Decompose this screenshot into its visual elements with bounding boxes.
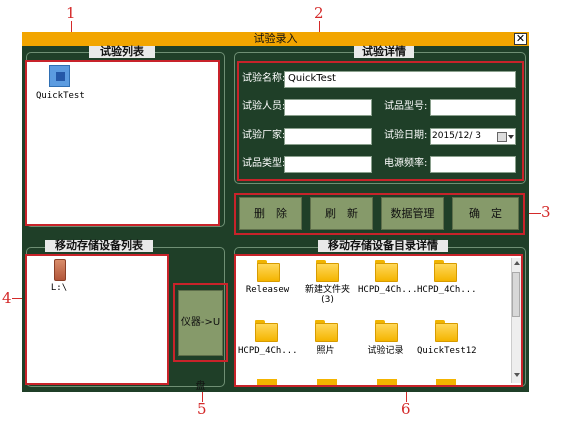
dir-item-label: Releasew: [245, 285, 290, 295]
confirm-button-label: 确 定: [469, 207, 502, 220]
blue-file-icon: [48, 64, 70, 87]
dir-item-test-records[interactable]: 试验记录: [358, 320, 413, 360]
callout-6: 6: [401, 400, 411, 418]
sample-type-input[interactable]: [284, 156, 372, 173]
test-name-input[interactable]: QuickTest: [284, 71, 516, 88]
power-freq-label: 电源频率:: [384, 158, 428, 169]
date-label: 试验日期:: [384, 130, 428, 141]
dir-item-releasew[interactable]: Releasew: [240, 260, 295, 304]
sample-type-label: 试品类型:: [242, 158, 286, 169]
callout-2: 2: [314, 4, 324, 22]
dir-item-quicktest12[interactable]: QuickTest12: [417, 320, 477, 360]
scroll-thumb[interactable]: [512, 272, 520, 317]
dir-scrollbar[interactable]: [511, 258, 521, 383]
callout-4: 4: [2, 289, 12, 307]
refresh-button-label: 刷 新: [325, 207, 358, 220]
manufacturer-input[interactable]: [284, 128, 372, 145]
device-list-title: 移动存储设备列表: [45, 240, 153, 252]
confirm-button[interactable]: 确 定: [452, 197, 519, 230]
dir-item-hcpd-2[interactable]: HCPD_4Ch...: [417, 260, 477, 304]
dir-item-label: HCPD_4Ch...: [358, 285, 418, 295]
transfer-to-usb-button[interactable]: 仪器->U盘: [178, 290, 223, 392]
usb-drive-icon: [54, 259, 66, 281]
dir-item-label: HCPD_4Ch...: [238, 346, 298, 356]
dir-item-label: 试验记录: [367, 346, 404, 356]
data-manage-button[interactable]: 数据管理: [381, 197, 444, 230]
sample-model-input[interactable]: [430, 99, 516, 116]
close-icon: ✕: [515, 32, 526, 45]
test-name-label: 试验名称:: [242, 73, 286, 84]
power-freq-input[interactable]: [430, 156, 516, 173]
callout-1: 1: [66, 4, 76, 22]
dir-item-hcpd-3[interactable]: HCPD_4Ch...: [238, 320, 298, 360]
test-list-item[interactable]: QuickTest: [36, 64, 85, 104]
dir-item-label: HCPD_4Ch...: [417, 285, 477, 295]
window-title: 试验录入: [253, 32, 298, 45]
date-value: 2015/12/ 3: [432, 131, 482, 141]
dir-item-label: 照片: [316, 346, 335, 356]
test-details-title: 试验详情: [354, 46, 414, 58]
delete-button[interactable]: 删 除: [239, 197, 302, 230]
device-item-label: L:\: [50, 283, 68, 293]
dir-row-partial: [236, 377, 506, 385]
callout-3: 3: [541, 203, 551, 221]
dir-item-label: QuickTest12: [417, 346, 477, 356]
manufacturer-label: 试验厂家:: [242, 130, 286, 141]
dir-item-hcpd-1[interactable]: HCPD_4Ch...: [358, 260, 418, 304]
device-dir-title: 移动存储设备目录详情: [318, 240, 448, 252]
delete-button-label: 删 除: [254, 207, 287, 220]
data-manage-button-label: 数据管理: [390, 207, 435, 220]
dir-item-label: 新建文件夹 (3): [304, 285, 350, 305]
tester-input[interactable]: [284, 99, 372, 116]
tester-label: 试验人员:: [242, 101, 286, 112]
calendar-dropdown-icon[interactable]: [497, 131, 514, 142]
date-picker[interactable]: 2015/12/ 3: [430, 128, 516, 145]
dir-item-photos[interactable]: 照片: [298, 320, 353, 360]
test-list-title: 试验列表: [89, 46, 155, 58]
window-titlebar: 试验录入: [22, 32, 529, 46]
refresh-button[interactable]: 刷 新: [310, 197, 373, 230]
sample-model-label: 试品型号:: [384, 101, 428, 112]
device-item[interactable]: L:\: [44, 259, 74, 295]
close-button[interactable]: ✕: [514, 33, 527, 45]
scroll-up-icon[interactable]: [514, 261, 520, 265]
dir-item-new-folder[interactable]: 新建文件夹 (3): [300, 260, 355, 305]
test-list-item-label: QuickTest: [36, 91, 85, 101]
scroll-down-icon[interactable]: [514, 373, 520, 377]
